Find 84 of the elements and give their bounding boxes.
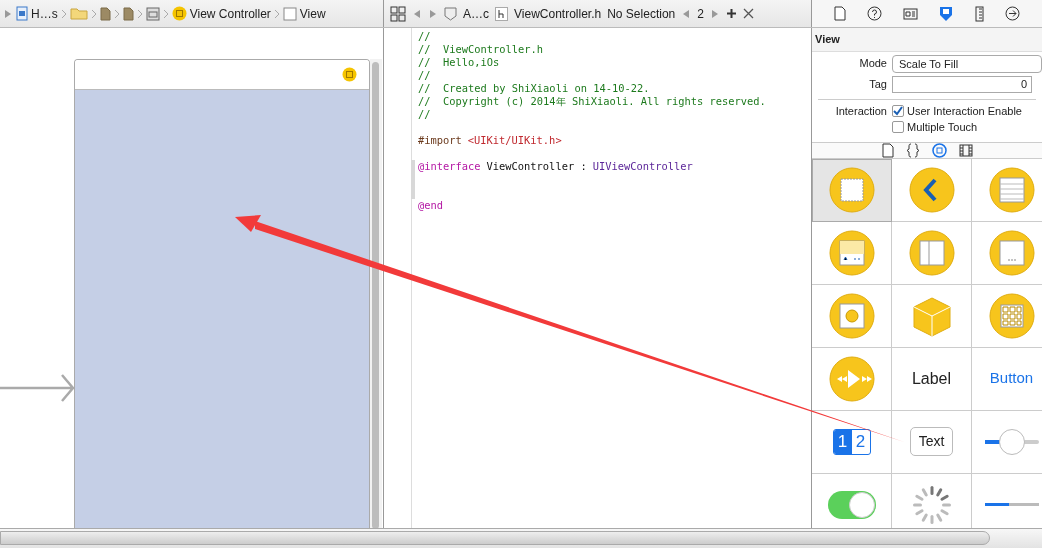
toggle-switch[interactable] <box>827 490 876 519</box>
tag-field[interactable]: 0 <box>892 75 1032 93</box>
view-icon[interactable] <box>282 6 297 21</box>
horizontal-scrollbar[interactable] <box>0 528 1042 548</box>
play-icon[interactable] <box>828 355 875 402</box>
split-view-icon[interactable] <box>908 229 955 276</box>
section-title: View <box>812 28 1042 52</box>
code-token: ViewController : <box>486 160 587 173</box>
code-token: @end <box>418 199 444 212</box>
back-chevron-icon[interactable] <box>908 166 955 213</box>
assistant-icon[interactable] <box>444 6 457 21</box>
segment[interactable]: 2 <box>851 429 870 454</box>
arrow-circle-icon[interactable] <box>1004 6 1020 21</box>
code-token: @interface <box>418 160 481 173</box>
checkbox[interactable] <box>892 104 904 117</box>
checkbox-label: User Interaction Enable <box>907 103 1022 119</box>
forward-icon[interactable] <box>3 8 13 19</box>
checkbox[interactable] <box>892 121 904 134</box>
chevron-icon <box>90 8 97 19</box>
breadcrumb-item[interactable]: View <box>299 4 326 23</box>
code-token: // Created by ShiXiaoli on 14-10-22. <box>418 82 650 95</box>
view-controller-icon[interactable] <box>171 6 187 21</box>
file-icon[interactable] <box>122 6 134 21</box>
slider[interactable] <box>984 427 1039 456</box>
label-object[interactable]: Label <box>911 366 952 391</box>
breadcrumb-item[interactable]: H…s <box>31 4 58 23</box>
chevron-icon <box>136 8 143 19</box>
field-label: Tag <box>868 76 888 92</box>
file-icon[interactable] <box>834 6 847 21</box>
previous-icon[interactable] <box>681 8 692 19</box>
code-token: // <box>418 30 431 43</box>
mode-dropdown[interactable]: Scale To Fill <box>892 54 1042 73</box>
grid-view-icon[interactable] <box>988 292 1035 339</box>
scrollbar[interactable] <box>370 59 382 528</box>
code-token: <UIKit/UIKit.h> <box>467 134 562 147</box>
segment[interactable]: 1 <box>833 429 852 454</box>
field-label: Interaction <box>834 103 888 119</box>
breadcrumb-item[interactable]: ViewController.h <box>514 4 602 23</box>
back-icon[interactable] <box>412 8 422 19</box>
chevron-icon <box>162 8 169 19</box>
counter-text: 2 <box>697 5 704 23</box>
related-items-icon[interactable] <box>390 5 406 22</box>
help-icon[interactable] <box>867 6 882 21</box>
chevron-icon <box>113 8 120 19</box>
ruler-icon[interactable] <box>974 5 984 22</box>
forward-icon[interactable] <box>428 8 438 19</box>
scene-icon[interactable] <box>145 6 160 21</box>
code-token: // ViewController.h <box>418 43 544 56</box>
view-object-icon[interactable] <box>829 167 875 213</box>
table-view-icon[interactable] <box>988 166 1035 213</box>
view-controller-icon[interactable] <box>342 67 357 82</box>
breadcrumb-item[interactable]: A…c <box>463 4 489 23</box>
close-icon[interactable] <box>742 8 754 19</box>
checkbox-label: Multiple Touch <box>907 120 978 135</box>
object-icon[interactable] <box>931 142 947 158</box>
breadcrumb-item[interactable]: No Selection <box>607 4 676 23</box>
identity-card-icon[interactable] <box>902 7 918 20</box>
project-file-icon[interactable] <box>16 6 28 21</box>
film-icon[interactable] <box>958 143 973 157</box>
file-icon[interactable] <box>99 6 111 21</box>
header-file-icon[interactable] <box>495 6 508 21</box>
breadcrumb-item[interactable]: View Controller <box>189 4 271 23</box>
braces-icon[interactable] <box>905 142 920 158</box>
file-icon[interactable] <box>881 142 894 158</box>
code-token: UIViewController <box>592 160 693 173</box>
code-token: #import <box>418 134 462 147</box>
shield-icon[interactable] <box>938 5 955 22</box>
button-object[interactable]: Button <box>989 367 1034 390</box>
folder-icon[interactable] <box>69 7 88 20</box>
text-field[interactable]: Text <box>909 427 954 456</box>
code-token: // <box>418 69 431 82</box>
chevron-icon <box>273 8 280 19</box>
next-icon[interactable] <box>709 8 720 19</box>
progress-bar <box>984 503 1039 506</box>
page-view-icon[interactable] <box>988 229 1035 276</box>
segmented-control[interactable]: 1 2 <box>832 428 871 455</box>
tab-bar-icon[interactable] <box>828 229 875 276</box>
code-token: // Hello,iOs <box>418 56 500 69</box>
add-icon[interactable] <box>725 8 737 19</box>
chevron-icon <box>60 8 67 19</box>
code-token: // <box>418 108 431 121</box>
code-token: // Copyright (c) 2014年 ShiXiaoli. All rights reserved. <box>418 95 766 108</box>
image-view-icon[interactable] <box>828 292 875 339</box>
field-label: Mode <box>858 56 888 72</box>
